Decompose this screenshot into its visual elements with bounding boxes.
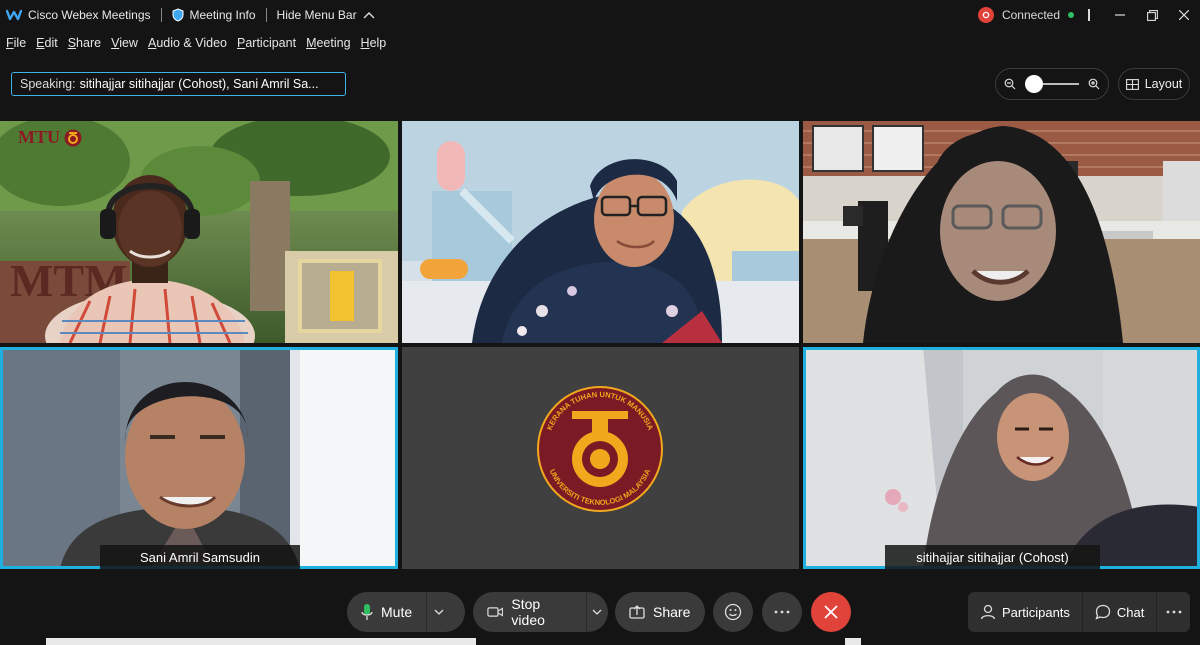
zoom-in-icon[interactable] <box>1088 78 1100 90</box>
menu-meeting[interactable]: Meeting <box>306 36 350 50</box>
zoom-slider[interactable] <box>1025 75 1079 93</box>
participants-label: Participants <box>1002 604 1070 620</box>
taskbar-item <box>845 638 861 645</box>
share-label: Share <box>653 604 691 620</box>
mtu-logo: MTU <box>18 127 82 148</box>
video-tile-participant-3[interactable] <box>803 121 1200 343</box>
panel-more-button[interactable] <box>1157 592 1190 632</box>
menu-share[interactable]: Share <box>68 36 101 50</box>
video-tile-sani[interactable]: Sani Amril Samsudin <box>0 347 398 569</box>
chevron-down-icon <box>592 609 602 615</box>
video-control: Stop video <box>473 592 608 632</box>
reactions-icon <box>724 603 742 621</box>
menu-help[interactable]: Help <box>361 36 387 50</box>
zoom-slider-handle[interactable] <box>1025 75 1043 93</box>
chevron-up-icon <box>363 12 375 19</box>
restore-icon <box>1146 9 1158 21</box>
participants-button[interactable]: Participants <box>968 592 1083 632</box>
zoom-out-icon[interactable] <box>1004 78 1016 90</box>
menu-audio-video[interactable]: Audio & Video <box>148 36 227 50</box>
menu-edit[interactable]: Edit <box>36 36 58 50</box>
chevron-down-icon <box>434 609 444 615</box>
layout-grid-icon <box>1125 78 1139 90</box>
participant-video: MTM <box>0 121 398 343</box>
participant-video <box>803 121 1200 343</box>
more-icon <box>774 610 790 614</box>
utm-crest-icon <box>64 129 82 146</box>
utm-logo: KERANA TUHAN UNTUK MANUSIA UNIVERSITI TE… <box>402 347 799 569</box>
connection-status[interactable]: Connected <box>977 7 1074 23</box>
video-options-button[interactable] <box>585 592 608 632</box>
meeting-info-button[interactable]: Meeting Info <box>172 8 256 22</box>
menu-file[interactable]: File <box>6 36 26 50</box>
taskbar-strip <box>0 638 1200 645</box>
app-name: Cisco Webex Meetings <box>28 8 151 22</box>
close-icon <box>1179 10 1189 20</box>
speaking-names: sitihajjar sitihajjar (Cohost), Sani Amr… <box>79 77 319 91</box>
connection-label: Connected <box>1001 8 1060 22</box>
share-screen-icon <box>629 605 645 619</box>
close-button[interactable] <box>1168 0 1200 30</box>
video-tile-sitihajjar[interactable]: sitihajjar sitihajjar (Cohost) <box>803 347 1200 569</box>
participants-icon <box>980 604 996 620</box>
end-call-icon <box>824 605 838 619</box>
video-tile-participant-1[interactable]: MTM MTU <box>0 121 398 343</box>
record-icon <box>977 7 994 23</box>
title-bar: Cisco Webex Meetings Meeting Info Hide M… <box>0 0 1200 30</box>
zoom-control <box>995 68 1109 100</box>
end-call-button[interactable] <box>811 592 851 632</box>
participant-video <box>0 347 398 569</box>
stop-video-label: Stop video <box>511 596 545 628</box>
restore-button[interactable] <box>1136 0 1168 30</box>
minimize-icon <box>1115 14 1125 16</box>
minimize-button[interactable] <box>1104 0 1136 30</box>
menu-file-rest: ile <box>13 36 27 50</box>
video-tile-participant-2[interactable] <box>402 121 799 343</box>
participant-video <box>803 347 1200 569</box>
reactions-button[interactable] <box>713 592 753 632</box>
menu-participant[interactable]: Participant <box>237 36 296 50</box>
mute-options-button[interactable] <box>426 592 450 632</box>
hide-menu-label: Hide Menu Bar <box>276 8 357 22</box>
mute-label: Mute <box>381 604 413 620</box>
share-button[interactable]: Share <box>615 592 705 632</box>
participant-name-tag: sitihajjar sitihajjar (Cohost) <box>885 545 1100 569</box>
hide-menu-bar-button[interactable]: Hide Menu Bar <box>277 8 375 22</box>
taskbar-item <box>46 638 476 645</box>
mute-control: Mute <box>347 592 465 632</box>
menu-bar: File Edit Share View Audio & Video Parti… <box>0 30 1200 56</box>
stop-video-button[interactable]: Stop video <box>473 592 586 632</box>
title-divider <box>1088 9 1090 21</box>
microphone-icon <box>361 604 373 620</box>
menu-view[interactable]: View <box>111 36 138 50</box>
video-tile-utm-logo[interactable]: KERANA TUHAN UNTUK MANUSIA UNIVERSITI TE… <box>402 347 799 569</box>
title-separator <box>265 8 267 22</box>
mute-button[interactable]: Mute <box>347 592 426 632</box>
chat-icon <box>1095 604 1111 620</box>
chat-label: Chat <box>1116 604 1145 620</box>
webex-logo-icon <box>6 9 22 21</box>
more-options-button[interactable] <box>762 592 802 632</box>
speaking-label: Speaking: <box>20 77 76 91</box>
layout-button[interactable]: Layout <box>1118 68 1190 100</box>
layout-label: Layout <box>1144 77 1183 91</box>
active-speaker-bar[interactable]: Speaking: sitihajjar sitihajjar (Cohost)… <box>11 72 346 96</box>
meeting-info-label: Meeting Info <box>189 8 256 22</box>
chat-button[interactable]: Chat <box>1083 592 1158 632</box>
camera-icon <box>487 607 504 617</box>
participant-video <box>402 121 799 343</box>
more-icon <box>1166 610 1182 614</box>
connected-dot <box>1068 12 1074 18</box>
participant-name-tag: Sani Amril Samsudin <box>100 545 300 569</box>
app-title: Cisco Webex Meetings <box>6 8 151 22</box>
title-separator <box>160 8 162 22</box>
shield-icon <box>172 8 183 22</box>
panel-controls: Participants Chat <box>968 592 1190 632</box>
